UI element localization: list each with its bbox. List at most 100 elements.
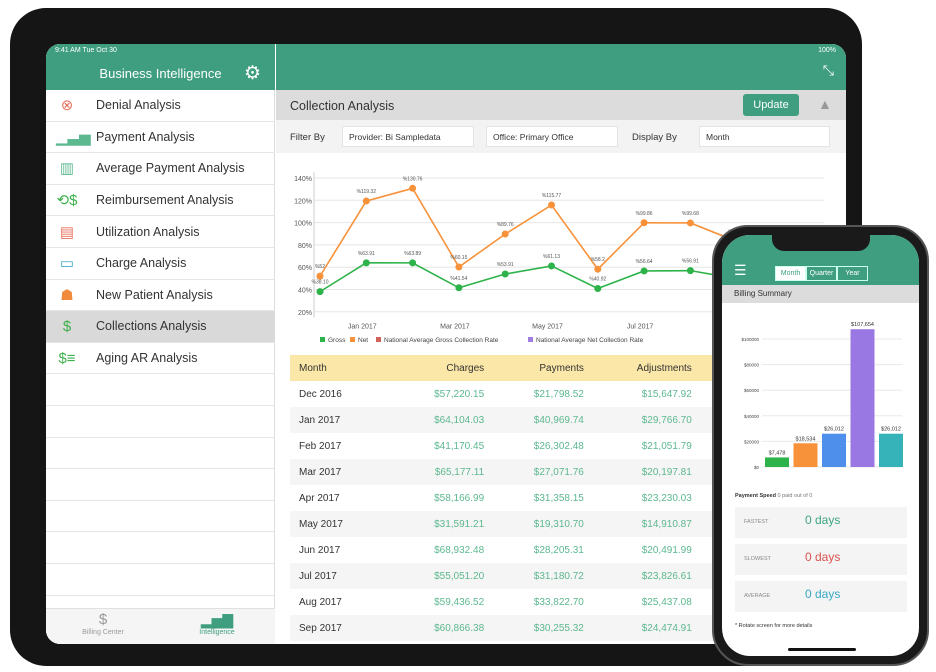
provider-select[interactable]: Provider: Bi Sampledata xyxy=(342,126,474,147)
payment-speed-heading: Payment Speed 0 paid out of 0 xyxy=(735,493,812,499)
table-cell: Dec 2016 xyxy=(299,388,342,400)
table-cell: $59,436.52 xyxy=(434,596,485,608)
bar[interactable] xyxy=(822,433,846,467)
sidebar-header: 9:41 AM Tue Oct 30 Business Intelligence… xyxy=(46,44,275,90)
y-tick-label: 80% xyxy=(298,243,312,250)
bar[interactable] xyxy=(850,329,875,467)
sidebar-item-collections-analysis[interactable]: $ Collections Analysis xyxy=(46,311,275,343)
tab-intelligence[interactable]: ▂▅▇ Intelligence xyxy=(160,611,274,636)
sidebar-empty-row xyxy=(46,406,275,438)
table-row[interactable]: Jul 2017$55,051.20$31,180.72$23,826.6156… xyxy=(290,563,760,589)
legend-label: Gross xyxy=(328,337,346,344)
bar[interactable] xyxy=(879,433,903,467)
money-bag-icon: $ xyxy=(62,317,72,335)
speed-box-slowest: SLOWEST 0 days xyxy=(735,544,907,575)
gross-point[interactable] xyxy=(362,259,370,267)
gross-point[interactable] xyxy=(640,267,648,275)
display-by-select[interactable]: Month xyxy=(699,126,830,147)
data-label: %63.89 xyxy=(404,251,421,257)
data-label: %56.91 xyxy=(682,259,699,265)
sidebar-item-label: Utilization Analysis xyxy=(96,224,200,239)
table-row[interactable]: Feb 2017$41,170.45$26,302.48$21,051.7963… xyxy=(290,433,760,459)
legend-label: Net xyxy=(358,337,368,344)
filter-bar: Filter By Provider: Bi Sampledata Office… xyxy=(276,120,846,153)
gross-point[interactable] xyxy=(409,259,417,267)
table-cell: Jul 2017 xyxy=(290,563,395,589)
speed-value: 0 days xyxy=(805,550,841,564)
gross-point[interactable] xyxy=(455,284,463,292)
gross-point[interactable] xyxy=(548,262,555,270)
data-label: %99.68 xyxy=(682,211,699,217)
net-point[interactable] xyxy=(409,184,417,192)
table-cell: $31,358.15 xyxy=(533,492,584,504)
y-tick-label: 40% xyxy=(298,288,312,295)
update-button[interactable]: Update xyxy=(743,94,799,116)
collapse-icon[interactable]: ⤡ xyxy=(823,62,834,79)
table-row[interactable]: Jun 2017$68,932.48$28,205.31$20,491.9940… xyxy=(290,537,760,563)
bar-chart-icon: ▁▃▅ xyxy=(56,128,91,146)
speed-label: FASTEST xyxy=(744,519,769,525)
table-row[interactable]: Aug 2017$59,436.52$33,822.70$25,437.0856… xyxy=(290,589,760,615)
sidebar-item-average-payment-analysis[interactable]: ▥ Average Payment Analysis xyxy=(46,153,275,185)
table-cell: Feb 2017 xyxy=(299,440,342,452)
net-point[interactable] xyxy=(594,265,602,273)
legend-label: National Average Net Collection Rate xyxy=(536,337,644,344)
sidebar-item-new-patient-analysis[interactable]: ☗ New Patient Analysis xyxy=(46,280,275,312)
sidebar-item-utilization-analysis[interactable]: ▤ Utilization Analysis xyxy=(46,216,275,248)
table-row[interactable]: Apr 2017$58,166.99$31,358.15$23,230.0353… xyxy=(290,485,760,511)
y-tick-label: 20% xyxy=(298,310,312,317)
sidebar-item-aging-ar-analysis[interactable]: $≡ Aging AR Analysis xyxy=(46,343,275,375)
sidebar-item-label: Collections Analysis xyxy=(96,319,207,334)
net-point[interactable] xyxy=(362,197,370,205)
sidebar-item-reimbursement-analysis[interactable]: ⟲$ Reimbursement Analysis xyxy=(46,185,275,217)
sidebar-item-label: Payment Analysis xyxy=(96,129,195,144)
data-label: %63.91 xyxy=(358,251,375,257)
gross-point[interactable] xyxy=(501,270,509,278)
net-point[interactable] xyxy=(316,272,324,280)
sidebar-empty-row xyxy=(46,501,275,533)
main-header: 100% ⤡ xyxy=(276,44,846,90)
iphone-frame: ☰ Month Quarter Year Billing Summary $0 $20… xyxy=(712,225,929,666)
net-point[interactable] xyxy=(455,263,463,271)
office-select[interactable]: Office: Primary Office xyxy=(486,126,618,147)
sidebar-item-payment-analysis[interactable]: ▁▃▅ Payment Analysis xyxy=(46,122,275,154)
net-point[interactable] xyxy=(548,201,555,209)
table-cell: $64,104.03 xyxy=(394,407,495,433)
sidebar-item-label: Denial Analysis xyxy=(96,98,181,113)
billing-title-bar: Billing Summary xyxy=(722,285,919,303)
data-label: %58.2 xyxy=(591,257,605,263)
gross-point[interactable] xyxy=(316,288,324,296)
net-point[interactable] xyxy=(501,230,509,238)
net-point[interactable] xyxy=(686,219,694,227)
bar-chart-icon: ▂▅▇ xyxy=(200,612,234,628)
table-cell: $19,310.70 xyxy=(494,511,594,537)
tab-billing-center[interactable]: $ Billing Center xyxy=(46,611,160,636)
gear-icon[interactable]: ⚙ xyxy=(244,62,261,85)
table-row[interactable]: Dec 2016$57,220.15$21,798.52$15,647.9238… xyxy=(290,381,760,407)
table-cell: $21,798.52 xyxy=(533,388,584,400)
y-tick-label: 120% xyxy=(294,198,312,205)
patient-icon: ☗ xyxy=(60,286,74,304)
sidebar-item-denial-analysis[interactable]: ⊗ Denial Analysis xyxy=(46,90,275,122)
segment-quarter[interactable]: Quarter xyxy=(806,266,837,281)
segment-year[interactable]: Year xyxy=(837,266,868,281)
net-point[interactable] xyxy=(640,219,648,227)
y-tick-label: $20000 xyxy=(744,439,760,444)
table-row[interactable]: Jan 2017$64,104.03$40,969.74$29,766.7063… xyxy=(290,407,760,433)
gross-point[interactable] xyxy=(686,267,694,275)
bar[interactable] xyxy=(793,443,818,467)
collapse-triangle-icon[interactable]: ▲ xyxy=(818,96,832,112)
sidebar-item-charge-analysis[interactable]: ▭ Charge Analysis xyxy=(46,248,275,280)
segment-month[interactable]: Month xyxy=(775,266,806,281)
credit-card-icon: ▭ xyxy=(59,255,75,273)
table-cell: $20,197.81 xyxy=(593,459,702,485)
gross-point[interactable] xyxy=(594,284,602,292)
bar[interactable] xyxy=(765,457,789,467)
table-row[interactable]: Mar 2017$65,177.11$27,071.76$20,197.8141… xyxy=(290,459,760,485)
data-label: %38.10 xyxy=(312,280,329,286)
table-row[interactable]: May 2017$31,591.21$19,310.70$14,910.8761… xyxy=(290,511,760,537)
table-row[interactable]: Sep 2017$60,866.38$30,255.32$24,474.9149… xyxy=(290,615,760,641)
y-tick-label: $40000 xyxy=(744,414,760,419)
menu-icon[interactable]: ☰ xyxy=(734,262,747,279)
table-cell: $41,170.45 xyxy=(434,440,485,452)
